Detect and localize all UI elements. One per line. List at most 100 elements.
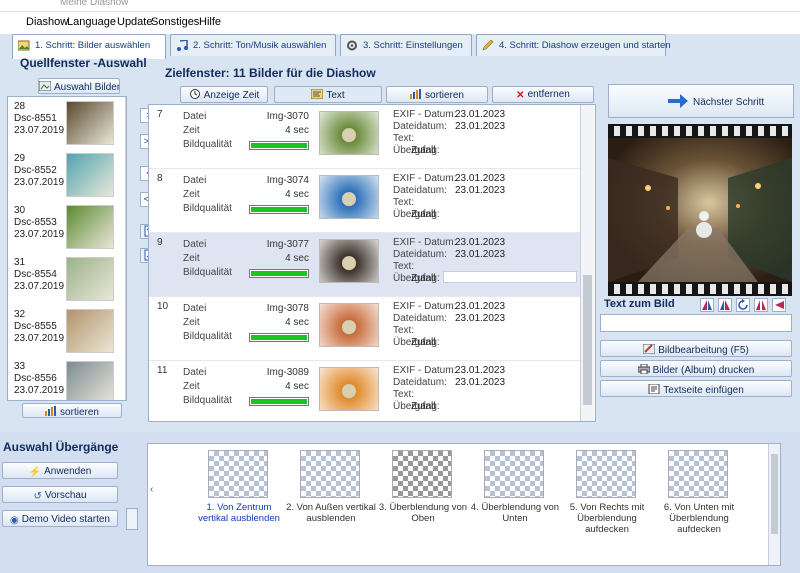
item-text: 33 Dsc-8556 23.07.2019 bbox=[14, 361, 64, 397]
quality-bar bbox=[249, 205, 309, 214]
item-date: 23.07.2019 bbox=[14, 125, 65, 136]
menu-hilfe[interactable]: Hilfe bbox=[199, 16, 221, 28]
field-label: Bildqualität bbox=[183, 139, 232, 150]
row-number: 9 bbox=[157, 237, 163, 248]
next-step-button[interactable]: Nächster Schritt bbox=[608, 84, 794, 118]
transition-preview bbox=[392, 450, 452, 498]
item-text: 29 Dsc-8552 23.07.2019 bbox=[14, 153, 64, 189]
image-text-input[interactable] bbox=[600, 314, 792, 332]
item-text: 28 Dsc-8551 23.07.2019 bbox=[14, 101, 64, 137]
list-item[interactable]: 30 Dsc-8553 23.07.2019 bbox=[8, 203, 118, 257]
scrollbar-thumb[interactable] bbox=[771, 454, 778, 534]
transitions-scrollbar[interactable] bbox=[768, 444, 780, 565]
flip-right-button[interactable] bbox=[718, 298, 732, 312]
mirror-button[interactable] bbox=[754, 298, 768, 312]
rotate-button[interactable] bbox=[736, 298, 750, 312]
transition-label: 6. Von Unten mit Überblendung aufdecken bbox=[663, 502, 735, 535]
transitions-list[interactable]: ‹ 1. Von Zentrum vertikal ausblenden 2. V… bbox=[147, 443, 781, 566]
text-page-icon bbox=[648, 384, 660, 394]
transition-item[interactable]: 2. Von Außen vertikal ausblenden bbox=[286, 450, 376, 560]
demo-video-label: Demo Video starten bbox=[21, 514, 110, 525]
window-title: Meine Diashow bbox=[60, 0, 129, 8]
item-num: 32 bbox=[14, 309, 26, 320]
target-sort-button[interactable]: sortieren bbox=[386, 86, 488, 103]
exif-value: 23.01.2023 bbox=[455, 237, 506, 248]
preview-button[interactable]: ↺ Vorschau bbox=[2, 486, 118, 503]
exif-label: EXIF - Datum: bbox=[393, 109, 457, 120]
list-item[interactable]: 33 Dsc-8556 23.07.2019 bbox=[8, 359, 118, 400]
table-row[interactable]: 10 Datei Zeit Bildqualität Img-3078 4 sec EXIF… bbox=[149, 297, 589, 361]
transition-item[interactable]: 6. Von Unten mit Überblendung aufdecken bbox=[658, 450, 740, 560]
list-item[interactable]: 29 Dsc-8552 23.07.2019 bbox=[8, 151, 118, 205]
tab-label: 4. Schritt: Diashow erzeugen und starten bbox=[499, 40, 671, 51]
menu-language[interactable]: Language bbox=[67, 16, 116, 28]
menu-bar: Diashow Language Update Sonstiges Hilfe bbox=[0, 12, 800, 34]
transition-preview bbox=[576, 450, 636, 498]
arrow-left-button[interactable] bbox=[772, 298, 786, 312]
title-bar: Meine Diashow bbox=[0, 0, 800, 12]
list-item[interactable]: 32 Dsc-8555 23.07.2019 bbox=[8, 307, 118, 361]
scrollbar-thumb[interactable] bbox=[583, 275, 592, 405]
exif-value: 23.01.2023 bbox=[455, 185, 506, 196]
item-thumbnail bbox=[66, 205, 114, 249]
table-row[interactable]: 8 Datei Zeit Bildqualität Img-3074 4 sec EXIF … bbox=[149, 169, 589, 233]
field-label: Zeit bbox=[183, 317, 200, 328]
exif-label: Dateidatum: bbox=[393, 377, 447, 388]
select-images-button[interactable]: Auswahl Bilder bbox=[38, 78, 120, 94]
display-time: 4 sec bbox=[285, 253, 309, 264]
tab-label: 2. Schritt: Ton/Musik auswählen bbox=[193, 40, 327, 51]
menu-diashow[interactable]: Diashow bbox=[26, 16, 68, 28]
menu-update[interactable]: Update bbox=[117, 16, 152, 28]
insert-text-page-button[interactable]: Textseite einfügen bbox=[600, 380, 792, 397]
tab-label: 3. Schritt: Einstellungen bbox=[363, 40, 463, 51]
table-row[interactable]: 11 Datei Zeit Bildqualität Img-3089 4 sec EXIF… bbox=[149, 361, 589, 421]
exif-label: Dateidatum: bbox=[393, 313, 447, 324]
exif-value: 23.01.2023 bbox=[455, 249, 506, 260]
print-album-label: Bilder (Album) drucken bbox=[652, 365, 755, 376]
settings-icon bbox=[347, 40, 357, 51]
quality-fill bbox=[251, 335, 307, 340]
insert-text-page-label: Textseite einfügen bbox=[663, 385, 744, 396]
demo-video-button[interactable]: ◉ Demo Video starten bbox=[2, 510, 118, 527]
item-num: 31 bbox=[14, 257, 26, 268]
list-item[interactable]: 31 Dsc-8554 23.07.2019 bbox=[8, 255, 118, 309]
next-step-label: Nächster Schritt bbox=[693, 97, 765, 108]
source-sort-button[interactable]: sortieren bbox=[22, 403, 122, 418]
row-thumbnail bbox=[319, 111, 379, 155]
image-edit-button[interactable]: Bildbearbeitung (F5) bbox=[600, 340, 792, 357]
flip-left-button[interactable] bbox=[700, 298, 714, 312]
row-number: 11 bbox=[157, 365, 168, 376]
remove-button[interactable]: ✕ entfernen bbox=[492, 86, 594, 103]
source-list[interactable]: 28 Dsc-8551 23.07.2019 29 Dsc-8552 23.07.2019… bbox=[7, 96, 127, 401]
transition-label: 5. Von Rechts mit Überblendung aufdecken bbox=[569, 502, 645, 535]
item-num: 33 bbox=[14, 361, 26, 372]
source-scrollbar[interactable] bbox=[125, 97, 126, 400]
tab-step-2[interactable]: 2. Schritt: Ton/Musik auswählen bbox=[170, 34, 336, 56]
transition-label: 2. Von Außen vertikal ausblenden bbox=[286, 502, 376, 524]
exif-value: 23.01.2023 bbox=[455, 109, 506, 120]
left-panel-scroll[interactable] bbox=[126, 508, 138, 530]
transition-preview bbox=[668, 450, 728, 498]
item-thumbnail bbox=[66, 309, 114, 353]
tab-step-4[interactable]: 4. Schritt: Diashow erzeugen und starten bbox=[476, 34, 671, 56]
item-text: 32 Dsc-8555 23.07.2019 bbox=[14, 309, 64, 345]
transition-item[interactable]: 5. Von Rechts mit Überblendung aufdecken bbox=[566, 450, 648, 560]
text-field[interactable] bbox=[443, 271, 577, 283]
transition-item[interactable]: 1. Von Zentrum vertikal ausblenden bbox=[198, 450, 280, 560]
text-button[interactable]: Text bbox=[274, 86, 382, 103]
transition-item[interactable]: 3. Überblendung von Oben bbox=[379, 450, 467, 560]
list-item[interactable]: 28 Dsc-8551 23.07.2019 bbox=[8, 99, 118, 153]
target-scrollbar[interactable] bbox=[580, 105, 594, 421]
print-album-button[interactable]: Bilder (Album) drucken bbox=[600, 360, 792, 377]
display-time-button[interactable]: Anzeige Zeit bbox=[180, 86, 268, 103]
transition-item[interactable]: 4. Überblendung von Unten bbox=[471, 450, 559, 560]
table-row[interactable]: 7 Datei Zeit Bildqualität Img-3070 4 sec EXIF … bbox=[149, 105, 589, 169]
apply-button[interactable]: ⚡ Anwenden bbox=[2, 462, 118, 479]
quality-fill bbox=[251, 399, 307, 404]
scroll-left-icon[interactable]: ‹ bbox=[150, 484, 153, 495]
exif-value: 23.01.2023 bbox=[455, 301, 506, 312]
target-list[interactable]: 7 Datei Zeit Bildqualität Img-3070 4 sec EXIF … bbox=[148, 104, 596, 422]
table-row[interactable]: 9 Datei Zeit Bildqualität Img-3077 4 sec EXIF … bbox=[149, 233, 589, 297]
tab-step-3[interactable]: 3. Schritt: Einstellungen bbox=[340, 34, 472, 56]
menu-sonstiges[interactable]: Sonstiges bbox=[151, 16, 199, 28]
